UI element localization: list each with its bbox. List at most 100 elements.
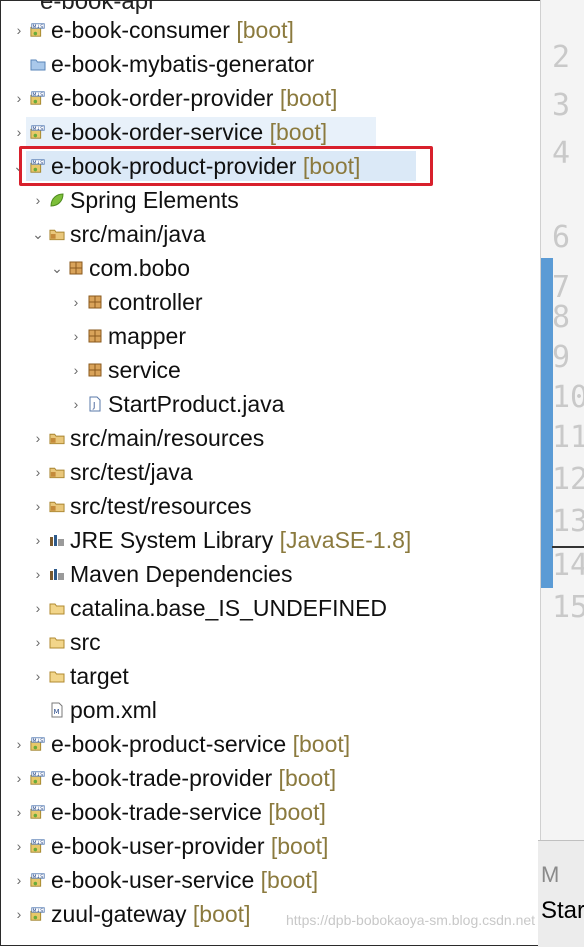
chevron-right-icon[interactable]: › [12,727,26,761]
library-icon [49,532,65,548]
package-icon [87,294,103,310]
tree-item-name: pom.xml [70,697,157,723]
tree-item[interactable]: › Maven Dependencies [0,557,540,591]
tree-item-name: e-book-consumer [51,17,230,43]
chevron-right-icon[interactable]: › [31,557,45,591]
line-number: 3 [552,88,571,123]
chevron-right-icon[interactable]: › [12,761,26,795]
chevron-right-icon[interactable]: › [31,183,45,217]
maven-xml-icon: M [49,702,65,718]
project-folder-icon [30,56,46,72]
line-number: 10 [552,380,584,415]
tree-item[interactable]: › catalina.base_IS_UNDEFINED [0,591,540,625]
tree-item[interactable]: › M↓S e-book-order-provider [boot] [0,81,540,115]
chevron-right-icon[interactable]: › [31,455,45,489]
tree-item[interactable]: ⌄ com.bobo [0,251,540,285]
tree-item[interactable]: › src/main/resources [0,421,540,455]
bottom-panel [538,840,584,947]
expand-down-icon[interactable]: ⌄ [31,217,45,251]
chevron-right-icon[interactable]: › [12,897,26,931]
tree-item[interactable]: e-book-mybatis-generator [0,47,540,81]
tree-item[interactable]: › Spring Elements [0,183,540,217]
boot-project-icon: M↓S [30,124,46,140]
chevron-right-icon[interactable]: › [12,829,26,863]
tree-item-decoration: [boot] [254,867,319,893]
tree-item[interactable]: › M↓S e-book-trade-service [boot] [0,795,540,829]
tree-item[interactable]: Mpom.xml [0,693,540,727]
tree-item-name: src [70,629,101,655]
tree-item[interactable]: › target [0,659,540,693]
chevron-right-icon[interactable]: › [12,13,26,47]
chevron-right-icon[interactable]: › [12,81,26,115]
chevron-right-icon[interactable]: › [12,115,26,149]
tree-item[interactable]: › service [0,353,540,387]
tree-item[interactable]: › M↓S e-book-user-provider [boot] [0,829,540,863]
tree-item[interactable]: › M↓S e-book-trade-provider [boot] [0,761,540,795]
chevron-right-icon[interactable]: › [12,863,26,897]
panel-tab-partial[interactable]: M [541,862,559,888]
tree-item-name: controller [108,289,203,315]
tree-item-label: com.bobo [89,251,190,285]
boot-project-icon: M↓S [30,22,46,38]
tree-item-label: e-book-mybatis-generator [51,47,314,81]
svg-text:M: M [54,708,60,716]
tree-item-label: src/main/java [70,217,205,251]
chevron-right-icon[interactable]: › [69,387,83,421]
tree-item[interactable]: › src [0,625,540,659]
tree-item[interactable]: › src/test/resources [0,489,540,523]
boot-project-icon: M↓S [30,770,46,786]
tree-item[interactable]: › M↓S e-book-user-service [boot] [0,863,540,897]
tree-item-label: JRE System Library [JavaSE-1.8] [70,523,411,557]
tree-item-name: target [70,663,129,689]
chevron-right-icon[interactable]: › [12,795,26,829]
tree-item-decoration: [boot] [272,765,337,791]
tree-item-label: e-book-user-provider [boot] [51,829,328,863]
svg-text:M↓S: M↓S [33,24,44,30]
tree-item-name: e-book-trade-service [51,799,262,825]
chevron-right-icon[interactable]: › [31,625,45,659]
tree-item[interactable]: › M↓S e-book-product-service [boot] [0,727,540,761]
chevron-right-icon[interactable]: › [69,285,83,319]
line-number: 4 [552,136,571,171]
tree-item[interactable]: › controller [0,285,540,319]
chevron-right-icon[interactable]: › [31,523,45,557]
line-number: 13 [552,504,584,539]
line-number: 8 [552,300,571,335]
tree-item-name: e-book-order-service [51,119,264,145]
tree-item-name: e-book-user-service [51,867,255,893]
chevron-right-icon[interactable]: › [31,591,45,625]
package-icon [68,260,84,276]
tree-item-decoration: [boot] [261,799,326,825]
tree-item-label: controller [108,285,203,319]
boot-project-icon: M↓S [30,906,46,922]
tree-item[interactable]: ⌄ src/main/java [0,217,540,251]
tree-item-label: Spring Elements [70,183,239,217]
tree-item[interactable]: › src/test/java [0,455,540,489]
tree-item-name: e-book-order-provider [51,85,274,111]
chevron-right-icon[interactable]: › [31,659,45,693]
tree-item-name: com.bobo [89,255,191,281]
tree-item-name: e-book-user-provider [51,833,265,859]
chevron-right-icon[interactable]: › [69,353,83,387]
folder-icon [49,634,65,650]
watermark: https://dpb-bobokaoya-sm.blog.csdn.net [286,912,536,928]
svg-text:M↓S: M↓S [33,772,44,778]
tree-item-label: e-book-trade-service [boot] [51,795,326,829]
tree-item[interactable]: › M↓S e-book-order-service [boot] [0,115,540,149]
expand-down-icon[interactable]: ⌄ [50,251,64,285]
svg-text:M↓S: M↓S [33,908,44,914]
tree-item-label: e-book-user-service [boot] [51,863,318,897]
tree-item[interactable]: › M↓S e-book-consumer [boot] [0,13,540,47]
tree-item[interactable]: › mapper [0,319,540,353]
tree-item[interactable]: › JRE System Library [JavaSE-1.8] [0,523,540,557]
chevron-right-icon[interactable]: › [69,319,83,353]
tree-item[interactable]: › J StartProduct.java [0,387,540,421]
chevron-right-icon[interactable]: › [31,421,45,455]
tree-item-decoration: [boot] [264,833,329,859]
boot-project-icon: M↓S [30,90,46,106]
tree-item-name: Maven Dependencies [70,561,293,587]
package-icon [87,328,103,344]
chevron-right-icon[interactable]: › [31,489,45,523]
svg-text:M↓S: M↓S [33,874,44,880]
source-folder-icon [49,226,65,242]
